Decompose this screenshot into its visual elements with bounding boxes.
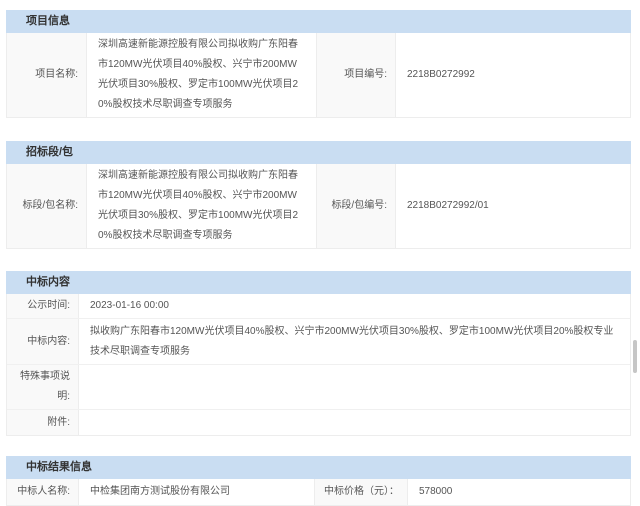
section-award-content-body: 公示时间: 2023-01-16 00:00 中标内容: 拟收购广东阳春市120…	[6, 294, 631, 436]
detail-sections-container: 项目信息 项目名称: 深圳高速新能源控股有限公司拟收购广东阳春市120MW光伏项…	[6, 10, 631, 506]
section-bid-package-title: 招标段/包	[6, 141, 631, 164]
special-notes-value	[79, 365, 630, 409]
section-award-content: 中标内容 公示时间: 2023-01-16 00:00 中标内容: 拟收购广东阳…	[6, 271, 631, 436]
section-project-info-body: 项目名称: 深圳高速新能源控股有限公司拟收购广东阳春市120MW光伏项目40%股…	[6, 33, 631, 118]
winning-price-label: 中标价格（元）：	[315, 479, 408, 505]
package-name-value: 深圳高速新能源控股有限公司拟收购广东阳春市120MW光伏项目40%股权、兴宁市2…	[87, 164, 317, 248]
project-name-label: 项目名称:	[7, 33, 87, 117]
winner-name-value: 中检集团南方测试股份有限公司	[79, 479, 315, 505]
package-name-label: 标段/包名称:	[7, 164, 87, 248]
award-content-text: 拟收购广东阳春市120MW光伏项目40%股权、兴宁市200MW光伏项目30%股权…	[90, 322, 619, 362]
table-row: 附件:	[7, 409, 630, 435]
table-row: 公示时间: 2023-01-16 00:00	[7, 294, 630, 318]
section-award-result-body: 中标人名称: 中检集团南方测试股份有限公司 中标价格（元）： 578000	[6, 479, 631, 506]
section-award-result: 中标结果信息 中标人名称: 中检集团南方测试股份有限公司 中标价格（元）： 57…	[6, 456, 631, 506]
winning-price-value: 578000	[408, 479, 630, 505]
table-row: 中标人名称: 中检集团南方测试股份有限公司 中标价格（元）： 578000	[7, 479, 630, 505]
section-award-content-title: 中标内容	[6, 271, 631, 294]
table-row: 标段/包名称: 深圳高速新能源控股有限公司拟收购广东阳春市120MW光伏项目40…	[7, 164, 630, 248]
project-code-label: 项目编号:	[317, 33, 396, 117]
special-notes-label: 特殊事项说明:	[7, 365, 79, 409]
project-name-value: 深圳高速新能源控股有限公司拟收购广东阳春市120MW光伏项目40%股权、兴宁市2…	[87, 33, 317, 117]
tender-award-detail-page: 项目信息 项目名称: 深圳高速新能源控股有限公司拟收购广东阳春市120MW光伏项…	[0, 0, 640, 450]
vertical-scrollbar-thumb[interactable]	[633, 340, 637, 373]
package-code-label: 标段/包编号:	[317, 164, 396, 248]
section-award-result-title: 中标结果信息	[6, 456, 631, 479]
section-bid-package: 招标段/包 标段/包名称: 深圳高速新能源控股有限公司拟收购广东阳春市120MW…	[6, 141, 631, 249]
package-name-text: 深圳高速新能源控股有限公司拟收购广东阳春市120MW光伏项目40%股权、兴宁市2…	[98, 166, 305, 246]
project-name-text: 深圳高速新能源控股有限公司拟收购广东阳春市120MW光伏项目40%股权、兴宁市2…	[98, 35, 305, 115]
publicity-time-label: 公示时间:	[7, 294, 79, 318]
section-bid-package-body: 标段/包名称: 深圳高速新能源控股有限公司拟收购广东阳春市120MW光伏项目40…	[6, 164, 631, 249]
project-code-value: 2218B0272992	[396, 33, 630, 117]
table-row: 中标内容: 拟收购广东阳春市120MW光伏项目40%股权、兴宁市200MW光伏项…	[7, 318, 630, 364]
attachment-label: 附件:	[7, 410, 79, 435]
award-content-value: 拟收购广东阳春市120MW光伏项目40%股权、兴宁市200MW光伏项目30%股权…	[79, 319, 630, 364]
winner-name-label: 中标人名称:	[7, 479, 79, 505]
attachment-value	[79, 410, 630, 435]
publicity-time-value: 2023-01-16 00:00	[79, 294, 630, 318]
award-content-label: 中标内容:	[7, 319, 79, 364]
section-project-info-title: 项目信息	[6, 10, 631, 33]
package-code-value: 2218B0272992/01	[396, 164, 630, 248]
table-row: 特殊事项说明:	[7, 364, 630, 409]
section-project-info: 项目信息 项目名称: 深圳高速新能源控股有限公司拟收购广东阳春市120MW光伏项…	[6, 10, 631, 118]
table-row: 项目名称: 深圳高速新能源控股有限公司拟收购广东阳春市120MW光伏项目40%股…	[7, 33, 630, 117]
